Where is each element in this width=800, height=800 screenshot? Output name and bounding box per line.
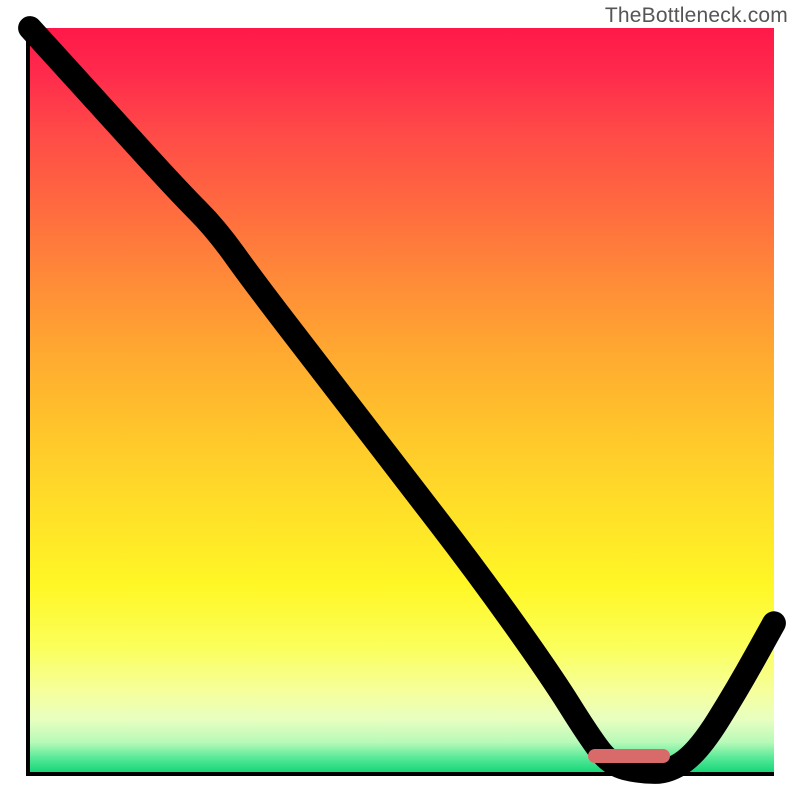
plot-area [26, 28, 774, 776]
optimal-range-marker [588, 749, 670, 763]
bottleneck-curve [30, 28, 774, 772]
curve-svg [30, 28, 774, 772]
watermark-text: TheBottleneck.com [605, 4, 788, 28]
